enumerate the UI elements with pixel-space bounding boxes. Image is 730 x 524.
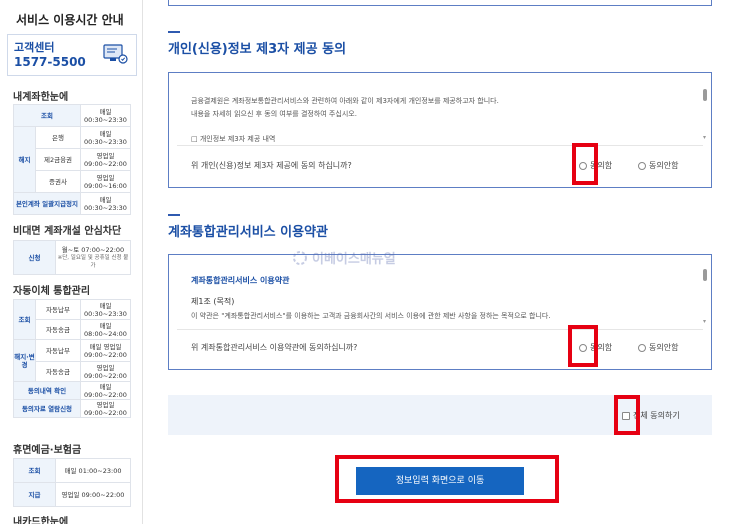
table-cell-category: 조회 xyxy=(13,104,81,127)
highlight-submit-button xyxy=(335,455,559,503)
terms-inner-title: 계좌통합관리서비스 이용약관 xyxy=(191,276,290,285)
panel-divider xyxy=(177,329,703,330)
sidebar-section-title: 휴면예금·보험금 xyxy=(13,445,82,456)
watermark-text: 이베이스매뉴얼 xyxy=(312,252,396,267)
disagree-radio-label: 동의안함 xyxy=(649,343,679,352)
agree-all-label: 전체 동의하기 xyxy=(633,411,680,420)
sidebar-section-title: 자동이체 통합관리 xyxy=(13,286,91,297)
terms-article-title: 제1조 (목적) xyxy=(191,297,235,306)
customer-center-phone: 1577-5500 xyxy=(14,55,86,69)
radio-circle-icon xyxy=(638,343,646,352)
table-cell-category: 해지·변경 xyxy=(13,339,36,382)
table-cell-time: 영업일 09:00~22:00 xyxy=(80,361,131,382)
panel-divider xyxy=(177,145,703,146)
highlight-terms-agree xyxy=(568,325,598,367)
table-cell-time: 매일 08:00~24:00 xyxy=(80,319,131,340)
consent-question: 위 개인(신용)정보 제3자 제공에 동의 하십니까? xyxy=(191,161,352,170)
table-cell-sub: 증권사 xyxy=(35,170,81,193)
watermark: 이베이스매뉴얼 xyxy=(292,248,396,267)
terms-consent-panel: 계좌통합관리서비스 이용약관 제1조 (목적) 이 약관은 "계좌통합관리서비스… xyxy=(168,254,712,370)
radio-circle-icon xyxy=(638,161,646,170)
table-cell-sub: 자동납부 xyxy=(35,339,81,362)
service-hours-table: 조회 매일 01:00~23:00 지급 영업일 09:00~22:00 xyxy=(13,458,131,507)
table-cell-time-value: 월~토 07:00~22:00 xyxy=(61,245,125,254)
table-cell-category: 조회 xyxy=(13,299,36,340)
title-accent-bar xyxy=(168,31,180,33)
disagree-radio-label: 동의안함 xyxy=(649,161,679,170)
terms-scrollbar[interactable]: ▾ xyxy=(703,259,708,325)
scroll-down-arrow-icon[interactable]: ▾ xyxy=(703,319,706,325)
table-cell-category: 동의자료 열람신청 xyxy=(13,399,81,418)
table-cell-time: 매일 01:00~23:00 xyxy=(55,458,131,483)
terms-article-text: 이 약관은 "계좌통합관리서비스"를 이용하는 고객과 금융회사간의 서비스 이… xyxy=(191,312,551,320)
table-cell-sub: 자동납부 xyxy=(35,299,81,320)
service-hours-sidebar: 서비스 이용시간 안내 고객센터 1577-5500 내계좌한눈에 조회 매일 … xyxy=(0,0,143,524)
watermark-logo-icon xyxy=(293,250,307,265)
table-cell-category: 본인계좌 일괄지급정지 xyxy=(13,192,81,215)
table-cell-sub: 자동송금 xyxy=(35,319,81,340)
highlight-third-party-agree xyxy=(572,143,598,185)
table-cell-time: 매일 09:00~22:00 xyxy=(80,381,131,400)
terms-question: 위 계좌통합관리서비스 이용약관에 동의하십니까? xyxy=(191,343,358,352)
table-cell-category: 지급 xyxy=(13,482,56,507)
sidebar-section-title: 내카드한눈에 xyxy=(13,517,69,524)
table-cell-sub: 자동송금 xyxy=(35,361,81,382)
table-cell-time: 영업일 09:00~22:00 xyxy=(80,399,131,418)
table-cell-time: 영업일 09:00~22:00 xyxy=(55,482,131,507)
disagree-radio[interactable]: 동의안함 xyxy=(638,342,678,353)
consent-body-text: 내용을 자세히 읽으신 후 동의 여부를 결정하여 주십시오. xyxy=(191,110,357,118)
table-cell-time: 영업일 09:00~22:00 xyxy=(80,148,131,171)
scrollbar-thumb[interactable] xyxy=(703,269,707,281)
table-cell-time: 영업일 09:00~16:00 xyxy=(80,170,131,193)
table-cell-sub: 제2금융권 xyxy=(35,148,81,171)
disagree-radio[interactable]: 동의안함 xyxy=(638,160,678,171)
customer-center-box: 고객센터 1577-5500 xyxy=(7,34,137,76)
customer-center-label: 고객센터 xyxy=(14,41,55,54)
sidebar-section-title: 비대면 계좌개설 안심차단 xyxy=(13,226,122,237)
table-cell-time: 월~토 07:00~22:00 ※단, 일요일 및 공휴일 신청 불가 xyxy=(55,240,131,275)
highlight-agree-all xyxy=(614,395,640,435)
computer-support-icon xyxy=(103,44,128,64)
table-cell-category: 동의내역 확인 xyxy=(13,381,81,400)
consent-body-text: □ 개인정보 제3자 제공 내역 xyxy=(191,135,276,143)
table-cell-time: 매일 영업일 09:00~22:00 xyxy=(80,339,131,362)
table-cell-time: 매일 00:30~23:30 xyxy=(80,192,131,215)
service-hours-table: 신청 월~토 07:00~22:00 ※단, 일요일 및 공휴일 신청 불가 xyxy=(13,240,131,275)
table-cell-category: 해지 xyxy=(13,126,36,193)
consent-scrollbar[interactable]: ▾ xyxy=(703,77,708,141)
table-cell-time: 매일 00:30~23:30 xyxy=(80,126,131,149)
scrollbar-thumb[interactable] xyxy=(703,89,707,101)
table-cell-time: 매일 00:30~23:30 xyxy=(80,104,131,127)
service-hours-table: 조회 자동납부 매일 00:30~23:30 자동송금 매일 08:00~24:… xyxy=(13,299,131,418)
table-cell-sub: 은행 xyxy=(35,126,81,149)
section-title-terms: 계좌통합관리서비스 이용약관 xyxy=(168,225,329,240)
table-cell-category: 신청 xyxy=(13,240,56,275)
service-hours-table: 조회 매일 00:30~23:30 해지 은행 매일 00:30~23:30 제… xyxy=(13,104,131,215)
scroll-down-arrow-icon[interactable]: ▾ xyxy=(703,135,706,141)
sidebar-section-title: 내계좌한눈에 xyxy=(13,92,69,103)
title-accent-bar xyxy=(168,214,180,216)
table-cell-note: ※단, 일요일 및 공휴일 신청 불가 xyxy=(57,254,129,269)
sidebar-title: 서비스 이용시간 안내 xyxy=(16,13,124,27)
third-party-consent-panel: 금융결제원은 계좌정보통합관리서비스와 관련하여 아래와 같이 제3자에게 개인… xyxy=(168,72,712,188)
section-title-third-party: 개인(신용)정보 제3자 제공 동의 xyxy=(168,42,347,57)
table-cell-time: 매일 00:30~23:30 xyxy=(80,299,131,320)
consent-body-text: 금융결제원은 계좌정보통합관리서비스와 관련하여 아래와 같이 제3자에게 개인… xyxy=(191,97,499,105)
table-cell-category: 조회 xyxy=(13,458,56,483)
previous-section-box xyxy=(168,0,712,6)
